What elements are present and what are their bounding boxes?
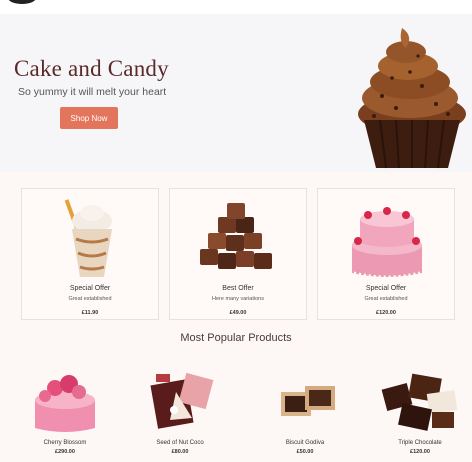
product-card[interactable]: Biscuit Godiva £50.00: [255, 362, 355, 458]
product-card[interactable]: Cherry Blossom £290.00: [15, 362, 115, 458]
chocolate-chunks-icon: [381, 373, 458, 431]
logo[interactable]: [8, 0, 36, 4]
cupcake-icon: [358, 28, 466, 169]
product-price: £80.00: [171, 449, 189, 455]
offers-section: Special Offer Great established £11.90 B…: [0, 172, 472, 462]
product-name: Seed of Nut Coco: [156, 440, 204, 446]
hero-title: Cake and Candy: [14, 56, 169, 81]
offer-title: Special Offer: [365, 285, 407, 292]
product-name: Cherry Blossom: [43, 440, 87, 446]
flower-cake-icon: [35, 375, 95, 432]
offer-subtitle: Great established: [364, 296, 408, 302]
offer-price: £11.90: [81, 310, 99, 316]
hero-subtitle: So yummy it will melt your heart: [18, 86, 167, 98]
offer-subtitle: Great established: [68, 296, 112, 302]
product-name: Triple Chocolate: [398, 440, 442, 446]
product-price: £120.00: [410, 449, 430, 455]
frappe-drink-icon: [64, 199, 112, 277]
offer-card[interactable]: Best Offer Here many variations £49.00: [169, 188, 307, 320]
offer-card[interactable]: Special Offer Great established £11.90: [21, 188, 159, 320]
product-card[interactable]: Seed of Nut Coco £80.00: [130, 362, 230, 458]
popular-heading: Most Popular Products: [180, 332, 292, 344]
pink-cake-icon: [352, 207, 422, 279]
offer-price: £120.00: [376, 310, 396, 316]
product-price: £290.00: [55, 449, 75, 455]
offer-title: Special Offer: [69, 285, 111, 292]
offer-price: £49.00: [229, 310, 247, 316]
offer-subtitle: Here many variations: [212, 296, 264, 302]
hero-banner: Cake and Candy So yummy it will melt you…: [0, 14, 472, 172]
product-price: £50.00: [296, 449, 314, 455]
shop-now-button[interactable]: Shop Now: [60, 107, 118, 129]
product-name: Biscuit Godiva: [285, 440, 325, 446]
offer-card[interactable]: Special Offer Great established £120.00: [317, 188, 455, 320]
chocolate-bar-icon: [150, 372, 214, 429]
top-bar: [0, 0, 472, 14]
offer-title: Best Offer: [222, 285, 254, 292]
product-card[interactable]: Triple Chocolate £120.00: [370, 362, 470, 458]
biscuit-icon: [281, 386, 335, 416]
chocolate-pile-icon: [200, 203, 272, 269]
